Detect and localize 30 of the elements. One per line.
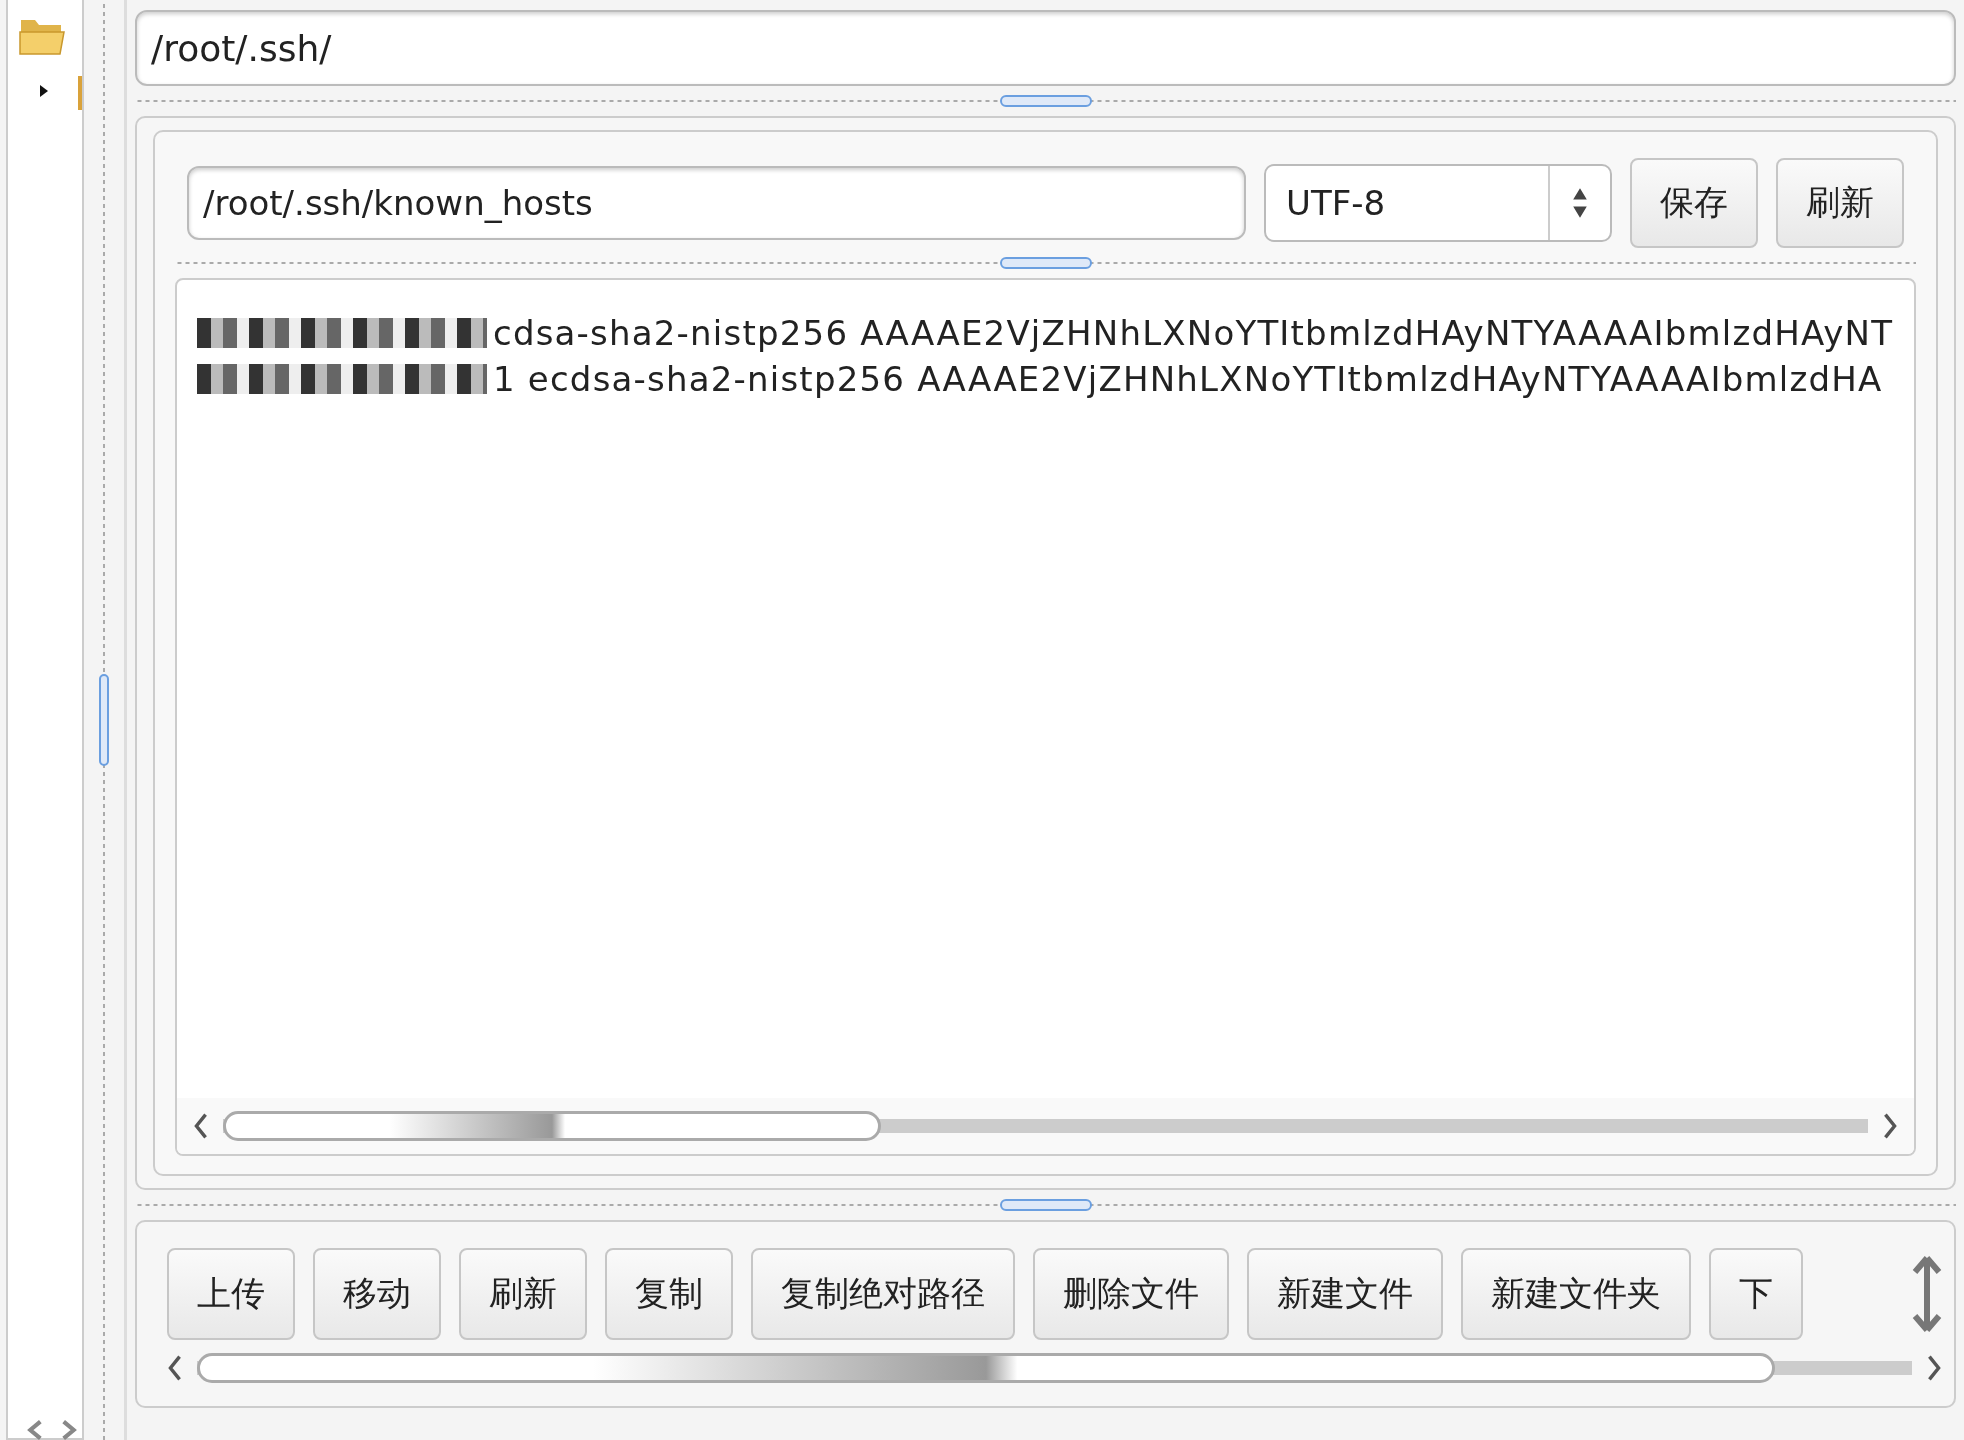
action-button[interactable]: 删除文件	[1033, 1248, 1229, 1340]
action-button[interactable]: 新建文件夹	[1461, 1248, 1691, 1340]
action-button[interactable]: 复制	[605, 1248, 733, 1340]
scrollbar-thumb[interactable]	[223, 1111, 881, 1141]
action-button[interactable]: 移动	[313, 1248, 441, 1340]
splitter-handle[interactable]	[999, 1199, 1092, 1211]
file-path-field[interactable]: /root/.ssh/known_hosts	[187, 166, 1246, 240]
scroll-left-icon[interactable]	[167, 1354, 183, 1382]
action-button[interactable]: 刷新	[459, 1248, 587, 1340]
expand-arrow-icon[interactable]	[39, 84, 49, 98]
up-down-arrow-icon[interactable]	[1912, 1254, 1942, 1334]
scroll-left-icon[interactable]	[193, 1112, 209, 1140]
action-button[interactable]: 新建文件	[1247, 1248, 1443, 1340]
selection-marker	[78, 76, 82, 110]
action-button[interactable]: 下	[1709, 1248, 1803, 1340]
code-line: 1 ecdsa-sha2-nistp256 AAAAE2VjZHNhLXNoYTItbmlzdHAyNTYAAAAIbmlzdHA	[493, 359, 1883, 399]
encoding-select[interactable]: UTF-8	[1264, 164, 1612, 242]
toolbar-button[interactable]: 保存	[1630, 158, 1758, 248]
splitter-handle[interactable]	[99, 674, 109, 766]
up-down-caret-icon	[1572, 186, 1588, 220]
action-button[interactable]: 复制绝对路径	[751, 1248, 1015, 1340]
toolbar-button[interactable]: 刷新	[1776, 158, 1904, 248]
text-editor[interactable]: cdsa-sha2-nistp256 AAAAE2VjZHNhLXNoYTItbmlzdHAyNTYAAAAIbmlzdHAyNT 1 ecdsa-sha2-nistp256 AAAAE2VjZHNhLXNoYTItbmlzdHAyNTYAAAAIbmlzdHA	[175, 278, 1916, 1156]
code-line: cdsa-sha2-nistp256 AAAAE2VjZHNhLXNoYTItbmlzdHAyNTYAAAAIbmlzdHAyNT	[493, 313, 1894, 353]
splitter-handle[interactable]	[999, 257, 1092, 269]
scroll-right-icon[interactable]	[1926, 1354, 1942, 1382]
splitter-handle[interactable]	[999, 95, 1092, 107]
action-button[interactable]: 上传	[167, 1248, 295, 1340]
directory-path-field[interactable]: /root/.ssh/	[135, 10, 1956, 86]
scroll-right-icon[interactable]	[1882, 1112, 1898, 1140]
